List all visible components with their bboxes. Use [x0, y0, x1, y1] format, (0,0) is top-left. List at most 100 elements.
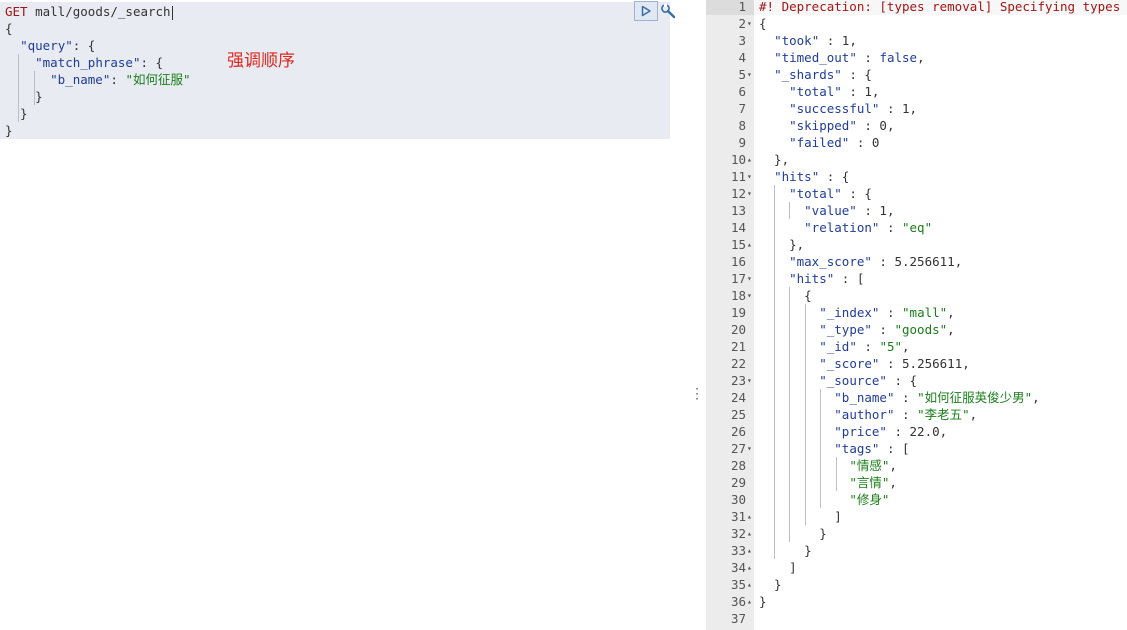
fold-open-icon[interactable]: ▾ — [747, 372, 754, 389]
code-token: "failed" — [789, 135, 850, 150]
fold-close-icon[interactable]: ▴ — [747, 525, 754, 542]
code-token: "_shards" — [774, 67, 842, 82]
line-number: 36 — [730, 594, 746, 609]
line-number: 15 — [730, 237, 746, 252]
response-line[interactable]: ] — [759, 559, 797, 576]
fold-close-icon[interactable]: ▴ — [747, 508, 754, 525]
fold-close-icon[interactable]: ▴ — [747, 542, 754, 559]
response-line[interactable]: } — [759, 525, 827, 542]
request-body-line[interactable]: "query": { — [5, 37, 95, 54]
request-body-line[interactable]: } — [5, 105, 28, 122]
response-line[interactable]: "successful" : 1, — [759, 100, 917, 117]
code-token: : — [886, 424, 910, 439]
fold-open-icon[interactable]: ▾ — [747, 15, 754, 32]
response-line[interactable]: "took" : 1, — [759, 32, 857, 49]
response-line[interactable]: "言情", — [759, 474, 897, 491]
code-token: , — [889, 458, 897, 473]
response-line[interactable]: "skipped" : 0, — [759, 117, 894, 134]
code-token: : — [879, 356, 903, 371]
fold-close-icon[interactable]: ▴ — [747, 593, 754, 610]
pane-resize-handle[interactable]: ⋮ — [690, 382, 704, 406]
response-line[interactable]: } — [759, 593, 767, 610]
response-line[interactable]: "value" : 1, — [759, 202, 894, 219]
response-line[interactable]: }, — [759, 151, 789, 168]
response-line[interactable]: "price" : 22.0, — [759, 423, 947, 440]
code-token: } — [759, 543, 812, 558]
response-line[interactable]: "max_score" : 5.256611, — [759, 253, 962, 270]
code-token: } — [5, 106, 28, 121]
response-line[interactable]: } — [759, 576, 782, 593]
line-number: 23 — [730, 373, 746, 388]
request-editor[interactable]: GET mall/goods/_search { "query": { "mat… — [0, 0, 690, 630]
run-request-button[interactable] — [634, 1, 658, 21]
code-token: 1 — [902, 101, 910, 116]
response-line[interactable]: "total" : { — [759, 185, 872, 202]
fold-open-icon[interactable]: ▾ — [747, 270, 754, 287]
code-token: 0 — [871, 135, 880, 150]
line-number: 17 — [730, 271, 746, 286]
fold-open-icon[interactable]: ▾ — [747, 185, 754, 202]
response-line[interactable]: "tags" : [ — [759, 440, 909, 457]
response-line[interactable]: "timed_out" : false, — [759, 49, 925, 66]
fold-open-icon[interactable]: ▾ — [747, 287, 754, 304]
request-line[interactable]: GET mall/goods/_search — [5, 3, 173, 20]
response-line[interactable]: "hits" : { — [759, 168, 849, 185]
request-body-line[interactable]: "match_phrase": { — [5, 54, 163, 71]
request-body-line[interactable]: } — [5, 88, 43, 105]
code-token: } — [759, 577, 782, 592]
code-token: : [ — [834, 271, 865, 286]
response-line[interactable]: "relation" : "eq" — [759, 219, 932, 236]
response-line[interactable]: } — [759, 542, 812, 559]
fold-open-icon[interactable]: ▾ — [747, 168, 754, 185]
response-line[interactable]: { — [759, 15, 767, 32]
indent-guide — [774, 185, 775, 559]
fold-close-icon[interactable]: ▴ — [747, 576, 754, 593]
response-line[interactable]: #! Deprecation: [types removal] Specifyi… — [759, 0, 1127, 15]
code-token: "took" — [774, 33, 820, 48]
response-line[interactable]: "_score" : 5.256611, — [759, 355, 970, 372]
text-cursor — [171, 5, 173, 20]
code-token: { — [5, 21, 13, 36]
fold-open-icon[interactable]: ▾ — [747, 440, 754, 457]
response-line[interactable]: "_shards" : { — [759, 66, 872, 83]
line-number: 12 — [730, 186, 746, 201]
fold-open-icon[interactable]: ▾ — [747, 66, 754, 83]
response-line[interactable]: "_id" : "5", — [759, 338, 909, 355]
response-line[interactable]: "total" : 1, — [759, 83, 879, 100]
code-token: "_source" — [819, 373, 887, 388]
response-line[interactable]: }, — [759, 236, 804, 253]
code-token: "情感" — [849, 458, 890, 473]
response-line[interactable]: "b_name" : "如何征服英俊少男", — [759, 389, 1039, 406]
request-body-line[interactable]: "b_name": "如何征服" — [5, 71, 191, 88]
fold-close-icon[interactable]: ▴ — [747, 151, 754, 168]
request-body-line[interactable]: } — [5, 122, 13, 139]
code-token: "mall" — [902, 305, 948, 320]
line-number: 29 — [730, 475, 746, 490]
code-token: , — [889, 475, 897, 490]
code-token: "b_name" — [50, 72, 111, 87]
response-line[interactable]: "情感", — [759, 457, 897, 474]
settings-button[interactable] — [659, 2, 677, 20]
response-viewer[interactable]: 1 2 ▾ 3 4 5 ▾ 6 7 8 9 10 ▴ 11 ▾ 12 ▾ 13 14 15 ▴ 16 17 ▾ 18 ▾ 19 20 2… — [706, 0, 1127, 630]
response-line[interactable]: "author" : "李老五", — [759, 406, 977, 423]
line-number: 18 — [730, 288, 746, 303]
request-body-line[interactable]: { — [5, 20, 13, 37]
line-number: 2 — [738, 16, 746, 31]
code-token: "如何征服" — [125, 72, 191, 87]
code-token: , — [917, 50, 925, 65]
response-line[interactable]: ] — [759, 508, 842, 525]
fold-close-icon[interactable]: ▴ — [747, 559, 754, 576]
fold-close-icon[interactable]: ▴ — [747, 236, 754, 253]
code-token: ] — [759, 509, 842, 524]
line-number: 30 — [730, 492, 746, 507]
response-line[interactable]: { — [759, 287, 812, 304]
response-line[interactable]: "failed" : 0 — [759, 134, 879, 151]
line-number: 5 — [738, 67, 746, 82]
response-line[interactable]: "_source" : { — [759, 372, 917, 389]
response-line[interactable]: "修身" — [759, 491, 889, 508]
